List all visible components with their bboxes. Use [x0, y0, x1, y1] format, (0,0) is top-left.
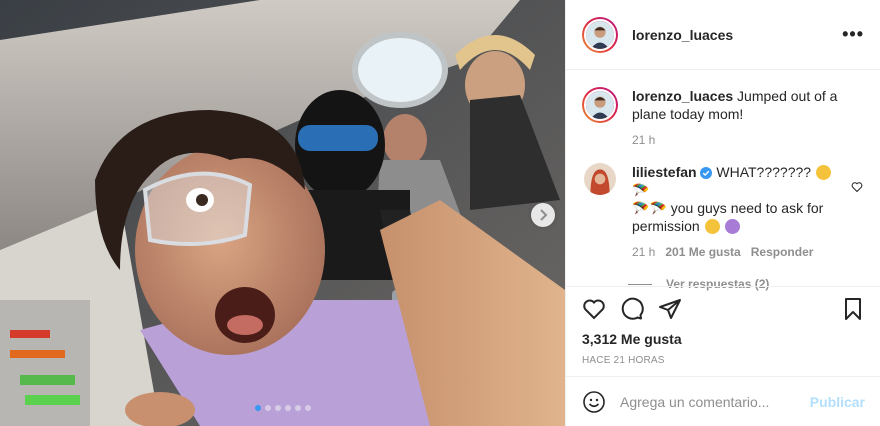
- post-time[interactable]: HACE 21 HORAS: [582, 355, 865, 366]
- caption-time[interactable]: 21 h: [632, 131, 655, 149]
- author-avatar-image: [586, 20, 614, 49]
- chevron-right-icon: [540, 209, 548, 221]
- post-photo: [0, 0, 565, 426]
- more-horizontal-icon[interactable]: •••: [842, 24, 864, 45]
- verified-badge-icon: [700, 167, 713, 179]
- caption-username[interactable]: lorenzo_luaces: [632, 88, 733, 104]
- carousel-indicators: [0, 405, 565, 411]
- publish-button[interactable]: Publicar: [810, 394, 865, 410]
- post-side-panel: lorenzo_luaces ••• lorenzo_luaces Jumped…: [565, 0, 880, 426]
- parachute-emoji-icon: 🪂: [632, 182, 650, 198]
- carousel-dot: [254, 405, 261, 411]
- comment-username[interactable]: liliestefan: [632, 164, 697, 180]
- person-gesturing-emoji-icon: [725, 219, 741, 234]
- carousel-dot: [284, 405, 291, 411]
- caption-avatar[interactable]: [582, 87, 618, 123]
- post-header: lorenzo_luaces •••: [566, 0, 880, 70]
- comment: liliestefan WHAT??????? 🪂 🪂🪂 you guys ne…: [582, 163, 865, 261]
- add-comment-bar: Agrega un comentario... Publicar: [566, 376, 880, 426]
- commenter-avatar[interactable]: [584, 163, 616, 195]
- likes-count[interactable]: 3,312 Me gusta: [582, 331, 865, 347]
- weary-face-emoji-icon: [704, 219, 720, 234]
- comment-icon[interactable]: [620, 297, 644, 321]
- author-avatar[interactable]: [582, 16, 618, 53]
- caption: lorenzo_luaces Jumped out of a plane tod…: [582, 87, 865, 149]
- parachute-emoji-icon: 🪂: [649, 200, 667, 216]
- commenter-avatar-image: [584, 163, 616, 195]
- heart-icon[interactable]: [851, 181, 863, 193]
- instagram-post: lorenzo_luaces ••• lorenzo_luaces Jumped…: [0, 0, 880, 426]
- comment-likes[interactable]: 201 Me gusta: [665, 243, 740, 261]
- author-username[interactable]: lorenzo_luaces: [632, 27, 733, 43]
- shocked-face-emoji-icon: [815, 165, 831, 180]
- comment-input[interactable]: Agrega un comentario...: [620, 394, 769, 410]
- carousel-next-button[interactable]: [531, 203, 555, 227]
- caption-avatar-image: [586, 91, 614, 119]
- comment-text-part1: WHAT???????: [716, 164, 812, 180]
- post-actions: 3,312 Me gusta HACE 21 HORAS: [566, 286, 880, 376]
- reply-button[interactable]: Responder: [751, 243, 814, 261]
- post-media[interactable]: [0, 0, 565, 426]
- heart-icon[interactable]: [582, 297, 606, 321]
- parachute-emoji-icon: 🪂: [632, 200, 650, 216]
- emoji-icon[interactable]: [582, 390, 606, 414]
- carousel-dot: [294, 405, 301, 411]
- comment-time[interactable]: 21 h: [632, 243, 655, 261]
- comments-section: lorenzo_luaces Jumped out of a plane tod…: [566, 71, 880, 291]
- share-icon[interactable]: [658, 297, 682, 321]
- carousel-dot: [304, 405, 311, 411]
- carousel-dot: [264, 405, 271, 411]
- replies-divider: [628, 283, 652, 285]
- carousel-dot: [274, 405, 281, 411]
- bookmark-icon[interactable]: [841, 297, 865, 321]
